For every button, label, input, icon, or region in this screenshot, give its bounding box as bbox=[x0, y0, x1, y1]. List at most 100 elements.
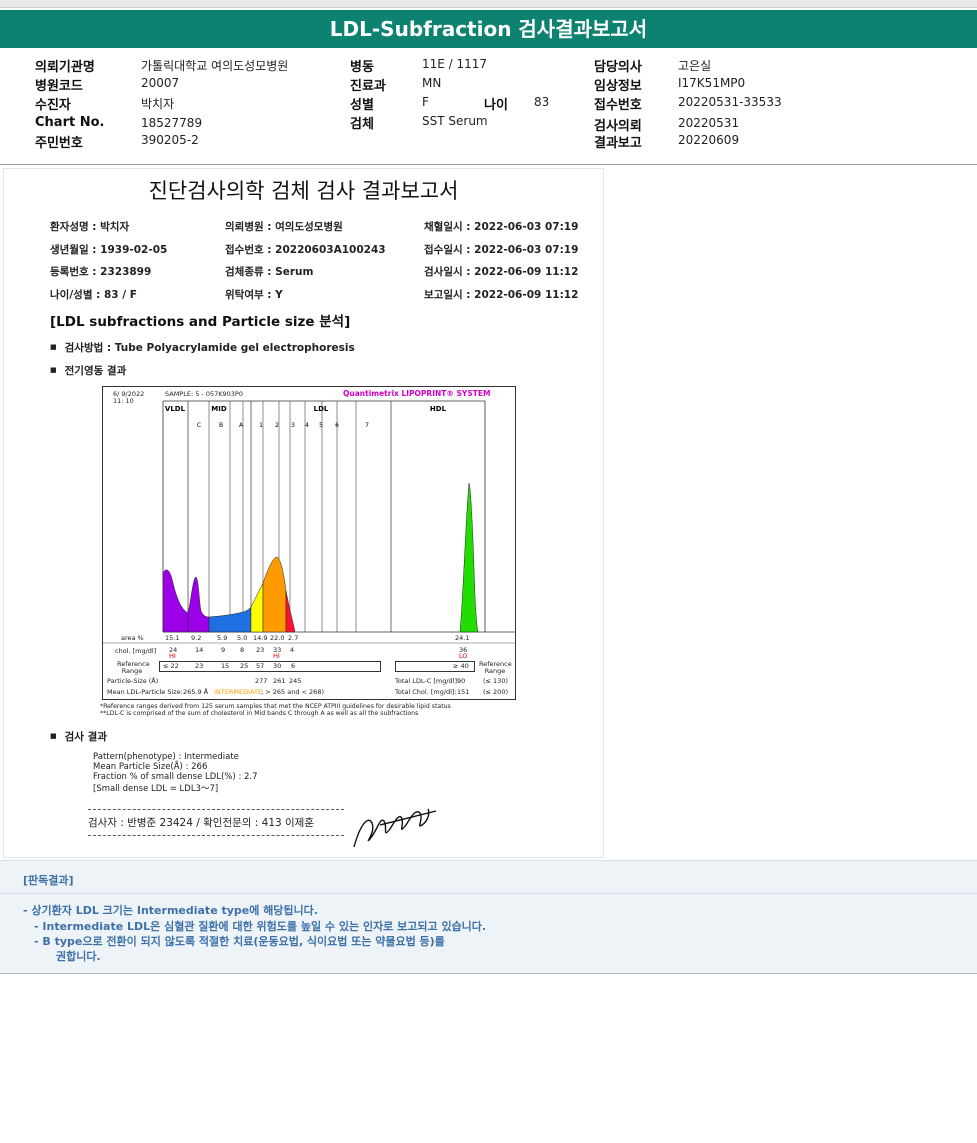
info-value: 11E / 1117 bbox=[422, 57, 488, 71]
report-title: 진단검사의학 검체 검사 결과보고서 bbox=[148, 179, 459, 203]
peak-hdl bbox=[459, 482, 479, 633]
dash-top bbox=[88, 809, 344, 810]
ref-1: 57 bbox=[256, 662, 265, 670]
total-ldl-label: Total LDL-C [mg/dl]: bbox=[395, 677, 460, 685]
peak-vldl bbox=[162, 569, 189, 633]
report-field: 의뢰병원 : 여의도성모병원 bbox=[225, 221, 343, 233]
ref-hdl: ≥ 40 bbox=[453, 662, 469, 670]
result-line: Pattern(phenotype) : Intermediate bbox=[93, 752, 239, 762]
report-field: 나이/성별 : 83 / F bbox=[50, 289, 137, 301]
judgment-line: - 상기환자 LDL 크기는 Intermediate type에 해당됩니다. bbox=[23, 904, 318, 917]
patient-info-panel: 의뢰기관명 가톨릭대학교 여의도성모병원 병원코드 20007 수진자 박치자 … bbox=[0, 52, 977, 165]
band-label: 3 bbox=[291, 422, 295, 429]
info-label: 수진자 bbox=[35, 98, 71, 113]
report-field: 검체종류 : Serum bbox=[225, 266, 314, 278]
info-value: 박치자 bbox=[141, 97, 175, 111]
mean-range: ; > 265 and < 268) bbox=[261, 688, 324, 696]
band-label: 1 bbox=[259, 422, 263, 429]
info-label: 담당의사 bbox=[594, 60, 642, 75]
total-chol-value: 151 bbox=[457, 688, 470, 696]
size-1: 277 bbox=[255, 677, 268, 685]
row-label-ref: Reference Range bbox=[117, 660, 150, 675]
report-field: 접수일시 : 2022-06-03 07:19 bbox=[424, 244, 579, 256]
area-3: 2.7 bbox=[288, 634, 299, 642]
info-label: Chart No. bbox=[35, 115, 105, 130]
electro-head: 전기영동 결과 bbox=[50, 363, 127, 378]
info-value: MN bbox=[422, 76, 442, 90]
info-label: 임상정보 bbox=[594, 79, 642, 94]
info-value: F bbox=[422, 95, 429, 109]
info-label: 결과보고 bbox=[594, 136, 642, 151]
band-label: 6 bbox=[335, 422, 339, 429]
band-label: 5 bbox=[319, 422, 323, 429]
group-labels: VLDL MID LDL HDL bbox=[165, 405, 447, 413]
report-image: 진단검사의학 검체 검사 결과보고서 환자성명 : 박치자 의뢰병원 : 여의도… bbox=[3, 168, 604, 858]
chol-c: 14 bbox=[195, 646, 204, 654]
band-label: 7 bbox=[365, 422, 369, 429]
info-label: 진료과 bbox=[350, 79, 386, 94]
report-field: 환자성명 : 박치자 bbox=[50, 221, 130, 233]
judgment-line: - B type으로 전환이 되지 않도록 적절한 치료(운동요법, 식이요법 … bbox=[34, 935, 445, 948]
ref-2: 30 bbox=[273, 662, 282, 670]
info-value: 20007 bbox=[141, 76, 180, 90]
method-line: 검사방법 : Tube Polyacrylamide gel electroph… bbox=[50, 340, 355, 355]
chol-b: 9 bbox=[221, 646, 226, 654]
info-value: SST Serum bbox=[422, 114, 488, 128]
judgment-title: [판독결과] bbox=[23, 874, 74, 887]
flag-2: HI bbox=[273, 652, 280, 660]
info-value: 390205-2 bbox=[141, 133, 199, 147]
mean-size: 265.9 Å bbox=[183, 688, 209, 696]
chart-svg: CBA1234567 VLDL MID LDL HDL bbox=[103, 400, 515, 644]
info-value: 20220531-33533 bbox=[678, 95, 782, 109]
report-field: 등록번호 : 2323899 bbox=[50, 266, 152, 278]
info-value: 고은실 bbox=[678, 59, 712, 73]
total-chol-ref: (≤ 200) bbox=[483, 688, 508, 696]
info-label: 나이 bbox=[484, 98, 508, 113]
ref-label-right: Reference Range bbox=[479, 660, 512, 675]
ref-vldl: ≤ 22 bbox=[163, 662, 179, 670]
info-value: 가톨릭대학교 여의도성모병원 bbox=[141, 59, 289, 73]
area-hdl: 24.1 bbox=[455, 634, 470, 642]
signature-line: 검사자 : 반병준 23424 / 확인전문의 : 413 이제훈 bbox=[88, 817, 314, 829]
info-value: 20220609 bbox=[678, 133, 740, 147]
footnote-1: *Reference ranges derived from 125 serum… bbox=[100, 703, 451, 710]
result-line: [Small dense LDL = LDL3～7] bbox=[93, 784, 219, 794]
group-label: MID bbox=[211, 405, 227, 413]
judgment-panel: [판독결과] - 상기환자 LDL 크기는 Intermediate type에… bbox=[0, 860, 977, 974]
info-value: 83 bbox=[534, 95, 550, 109]
info-label: 접수번호 bbox=[594, 98, 642, 113]
report-field: 보고일시 : 2022-06-09 11:12 bbox=[424, 289, 579, 301]
mean-class: INTERMEDIATE bbox=[214, 688, 263, 696]
top-strip bbox=[0, 0, 977, 8]
page-title: LDL-Subfraction 검사결과보고서 bbox=[0, 10, 977, 48]
chol-3: 4 bbox=[290, 646, 295, 654]
area-1: 14.9 bbox=[253, 634, 268, 642]
report-field: 접수번호 : 20220603A100243 bbox=[225, 244, 386, 256]
band-label: 4 bbox=[305, 422, 309, 429]
dash-bottom bbox=[88, 835, 344, 836]
total-chol-label: Total Chol. [mg/dl]: bbox=[395, 688, 457, 696]
section-title: [LDL subfractions and Particle size 분석] bbox=[50, 314, 351, 330]
chol-1: 23 bbox=[256, 646, 265, 654]
info-value: 18527789 bbox=[141, 116, 203, 130]
ref-b: 15 bbox=[221, 662, 230, 670]
peak-ldl1 bbox=[250, 582, 264, 633]
result-head: 검사 결과 bbox=[50, 729, 107, 744]
row-label-area: area % bbox=[121, 634, 144, 642]
signature-image bbox=[353, 808, 437, 848]
judgment-line: 권합니다. bbox=[56, 950, 101, 963]
info-label: 주민번호 bbox=[35, 136, 83, 151]
info-label: 병동 bbox=[350, 60, 374, 75]
info-label: 병원코드 bbox=[35, 79, 83, 94]
footnote-2: **LDL-C is comprised of the sum of chole… bbox=[100, 710, 419, 717]
report-field: 위탁여부 : Y bbox=[225, 289, 283, 301]
info-label: 성별 bbox=[350, 98, 374, 113]
area-b: 5.9 bbox=[217, 634, 228, 642]
judgment-header: [판독결과] bbox=[0, 861, 977, 894]
row-label-size: Particle-Size (Å) bbox=[107, 677, 159, 685]
result-line: Mean Particle Size(Å) : 266 bbox=[93, 762, 208, 772]
size-3: 245 bbox=[289, 677, 302, 685]
flag-hdl: LO bbox=[459, 652, 468, 660]
area-vldl: 15.1 bbox=[165, 634, 180, 642]
flag-vldl: HI bbox=[169, 652, 176, 660]
